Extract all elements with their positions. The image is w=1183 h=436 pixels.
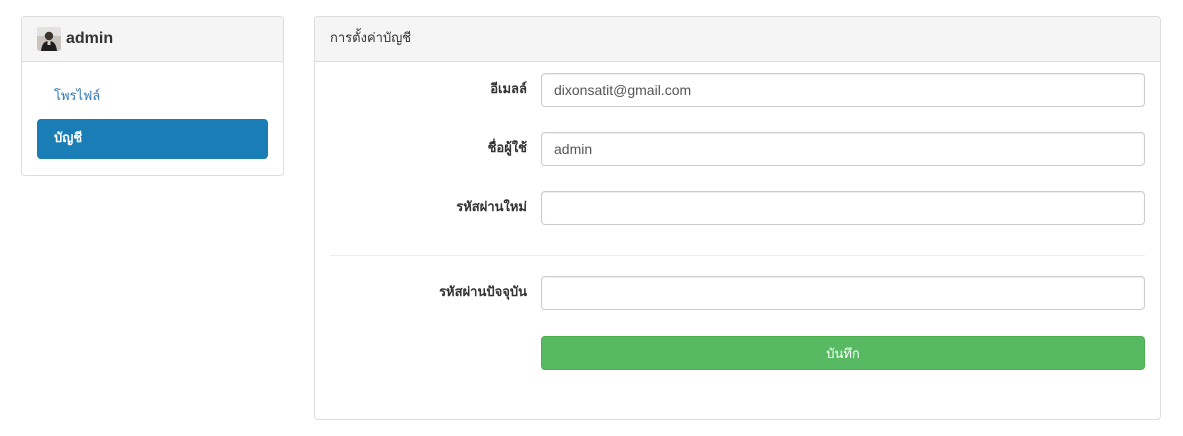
account-settings-panel: การตั้งค่าบัญชี อีเมลล์ ชื่อผู้ใช้ รหัสผ… xyxy=(314,16,1161,420)
sidebar-item-account[interactable]: บัญชี xyxy=(37,119,268,159)
username-field[interactable] xyxy=(541,132,1145,166)
email-label: อีเมลล์ xyxy=(490,82,527,97)
sidebar-nav: โพรไฟล์ บัญชี xyxy=(22,62,283,174)
username-row: ชื่อผู้ใช้ xyxy=(315,132,1160,166)
panel-title: การตั้งค่าบัญชี xyxy=(315,17,1160,62)
form-divider xyxy=(330,255,1145,256)
current-password-label: รหัสผ่านปัจจุบัน xyxy=(439,285,527,300)
new-password-field[interactable] xyxy=(541,191,1145,225)
avatar xyxy=(37,27,61,51)
sidebar-panel: admin โพรไฟล์ บัญชี xyxy=(21,16,284,176)
email-field[interactable] xyxy=(541,73,1145,107)
current-password-row: รหัสผ่านปัจจุบัน xyxy=(315,276,1160,310)
sidebar-title: admin xyxy=(66,30,114,47)
new-password-label: รหัสผ่านใหม่ xyxy=(456,200,527,215)
username-label: ชื่อผู้ใช้ xyxy=(487,141,527,156)
new-password-row: รหัสผ่านใหม่ xyxy=(315,191,1160,225)
sidebar-item-profile[interactable]: โพรไฟล์ xyxy=(37,77,268,117)
save-button[interactable]: บันทึก xyxy=(541,336,1145,370)
sidebar-header: admin xyxy=(22,17,283,62)
email-row: อีเมลล์ xyxy=(315,73,1160,107)
current-password-field[interactable] xyxy=(541,276,1145,310)
